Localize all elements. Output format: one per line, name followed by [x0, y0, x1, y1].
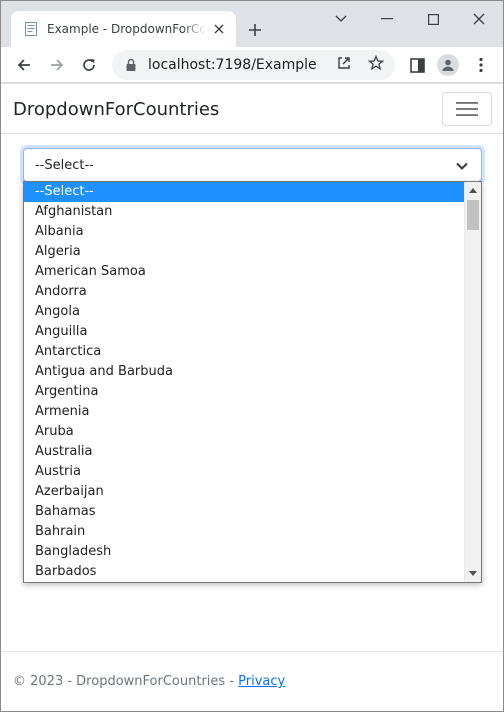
tab-strip: Example - DropdownForCountries — [1, 1, 503, 47]
country-option[interactable]: Azerbaijan — [24, 482, 465, 502]
country-option[interactable]: Bahamas — [24, 502, 465, 522]
footer-text: © 2023 - DropdownForCountries - Privacy — [13, 674, 285, 689]
tab-title: Example - DropdownForCountries — [47, 22, 206, 36]
country-option[interactable]: Angola — [24, 302, 465, 322]
browser-toolbar: localhost:7198/Example — [1, 47, 503, 83]
side-panel-icon[interactable] — [406, 54, 428, 76]
country-option[interactable]: Antarctica — [24, 342, 465, 362]
browser-window: Example - DropdownForCountries — [0, 0, 504, 712]
country-option[interactable]: Armenia — [24, 402, 465, 422]
star-icon[interactable] — [367, 54, 385, 72]
close-icon[interactable] — [210, 20, 228, 38]
page-icon — [25, 22, 37, 36]
country-option[interactable]: Bahrain — [24, 522, 465, 542]
footer: © 2023 - DropdownForCountries - Privacy — [1, 651, 503, 711]
scroll-down-icon[interactable] — [465, 565, 481, 582]
scroll-up-icon[interactable] — [465, 182, 481, 199]
privacy-link[interactable]: Privacy — [238, 674, 285, 689]
profile-icon[interactable] — [437, 54, 459, 76]
country-option[interactable]: Afghanistan — [24, 202, 465, 222]
kebab-menu-icon[interactable] — [470, 54, 492, 76]
country-option[interactable]: Albania — [24, 222, 465, 242]
minimize-icon[interactable] — [375, 7, 399, 31]
country-option[interactable]: American Samoa — [24, 262, 465, 282]
navbar-brand[interactable]: DropdownForCountries — [13, 99, 219, 120]
plus-icon[interactable] — [245, 20, 265, 40]
navbar: DropdownForCountries — [1, 84, 503, 134]
navbar-toggler[interactable] — [442, 92, 492, 126]
country-option[interactable]: Australia — [24, 442, 465, 462]
window-close-icon[interactable] — [467, 7, 491, 31]
footer-copyright: © 2023 - DropdownForCountries - — [13, 674, 239, 689]
scrollbar-thumb[interactable] — [467, 200, 479, 230]
chevron-down-icon — [456, 162, 468, 170]
hamburger-icon — [456, 102, 478, 116]
share-icon[interactable] — [335, 54, 353, 72]
maximize-icon[interactable] — [421, 7, 445, 31]
page-viewport: DropdownForCountries --Select-- --Select… — [1, 84, 503, 711]
country-option[interactable]: Aruba — [24, 422, 465, 442]
reload-icon[interactable] — [78, 54, 100, 76]
browser-tab[interactable]: Example - DropdownForCountries — [11, 11, 236, 47]
country-select[interactable]: --Select-- — [23, 148, 482, 182]
country-option[interactable]: Algeria — [24, 242, 465, 262]
country-option[interactable]: Barbados — [24, 562, 465, 582]
country-option[interactable]: Bangladesh — [24, 542, 465, 562]
arrow-right-icon[interactable] — [46, 54, 68, 76]
url-text: localhost:7198/Example — [148, 57, 317, 73]
chevron-down-icon[interactable] — [329, 7, 353, 31]
lock-icon — [126, 58, 136, 71]
country-option[interactable]: Argentina — [24, 382, 465, 402]
country-option[interactable]: Anguilla — [24, 322, 465, 342]
arrow-left-icon[interactable] — [13, 54, 35, 76]
select-value: --Select-- — [35, 157, 94, 173]
country-options-list[interactable]: --Select-- Afghanistan Albania Algeria Ameri… — [23, 181, 482, 583]
country-option[interactable]: Antigua and Barbuda — [24, 362, 465, 382]
options-container: --Select-- Afghanistan Albania Algeria Ameri… — [24, 182, 465, 582]
country-option[interactable]: --Select-- — [24, 182, 465, 202]
country-option[interactable]: Andorra — [24, 282, 465, 302]
scrollbar[interactable] — [464, 182, 481, 582]
country-option[interactable]: Austria — [24, 462, 465, 482]
